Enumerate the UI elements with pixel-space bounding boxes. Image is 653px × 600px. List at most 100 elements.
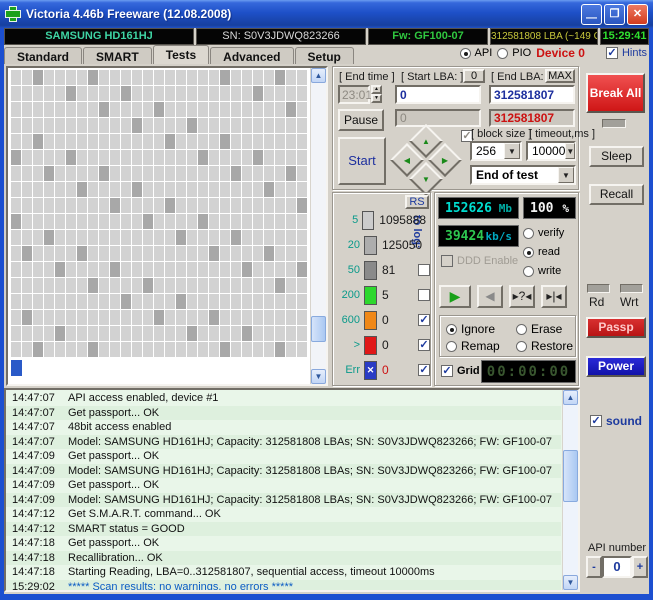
sound-checkbox[interactable]: ✓ sound [590, 414, 642, 428]
recall-button[interactable]: Recall [589, 184, 644, 205]
hist-log-checkbox[interactable]: ✓ [418, 339, 430, 351]
access-mode-read[interactable]: read [523, 246, 560, 258]
pio-radio[interactable]: PIO [497, 47, 531, 59]
end-time-field[interactable]: 23:01 [338, 85, 372, 104]
jump-end-button[interactable]: ▸|◂ [541, 285, 567, 308]
block-cell [143, 294, 153, 309]
block-cell [176, 70, 186, 85]
blockmap-scroll-thumb[interactable] [311, 316, 326, 342]
hist-log-checkbox[interactable] [418, 264, 430, 276]
api-decrement-button[interactable]: - [586, 556, 602, 578]
scroll-up-icon[interactable]: ▲ [311, 68, 326, 83]
radio-circle[interactable] [516, 340, 527, 352]
dropdown-arrow-icon[interactable]: ▼ [558, 167, 574, 183]
end-lba-field[interactable]: 312581807 [489, 85, 575, 104]
max-lba-button[interactable]: MAX [545, 69, 575, 83]
radio-circle[interactable] [446, 340, 457, 352]
block-cell [22, 342, 32, 357]
tab-advanced[interactable]: Advanced [210, 47, 294, 64]
hints-checkbox[interactable]: ✓ Hints [605, 47, 647, 59]
block-cell [154, 326, 164, 341]
scroll-down-icon[interactable]: ▼ [563, 575, 578, 590]
api-increment-button[interactable]: + [632, 556, 648, 578]
hist-log-checkbox[interactable] [418, 289, 430, 301]
block-cell [11, 198, 21, 213]
block-cell [33, 342, 43, 357]
block-cell [143, 198, 153, 213]
sound-checkbox-box[interactable]: ✓ [590, 415, 602, 427]
status-clock: 15:29:41 [600, 28, 649, 45]
block-cell [264, 246, 274, 261]
timeout-dropdown[interactable]: 10000 ▼ [526, 141, 576, 161]
power-button[interactable]: Power [586, 356, 646, 377]
api-radio-circle[interactable] [459, 47, 471, 59]
spin-down-icon[interactable]: ▼ [371, 94, 382, 103]
read-activity-led [587, 284, 610, 293]
tab-setup[interactable]: Setup [294, 47, 354, 64]
scroll-down-icon[interactable]: ▼ [311, 369, 326, 384]
access-mode-verify[interactable]: verify [523, 227, 564, 239]
blockmap-scrollbar[interactable]: ▲ ▼ [310, 68, 326, 384]
block-cell [297, 198, 307, 213]
block-cell [264, 182, 274, 197]
api-number-field[interactable]: 0 [602, 556, 632, 578]
block-cell [286, 262, 296, 277]
block-cell [88, 70, 98, 85]
start-lba-field[interactable]: 0 [395, 85, 481, 104]
block-size-dropdown[interactable]: 256 ▼ [470, 141, 522, 161]
api-radio[interactable]: API [459, 47, 492, 59]
ddd-checkbox-box[interactable] [441, 255, 453, 267]
start-button[interactable]: Start [338, 137, 386, 185]
jump-question-button[interactable]: ▸?◂ [509, 285, 535, 308]
scan-backward-button[interactable]: ◀ [477, 285, 503, 308]
hist-log-checkbox[interactable]: ✓ [418, 364, 430, 376]
log-time: 14:47:07 [12, 421, 55, 433]
defect-action-erase[interactable]: Erase [516, 322, 562, 336]
passp-button[interactable]: Passp [586, 317, 646, 338]
log-scrollbar[interactable]: ▲ ▼ [562, 390, 578, 590]
radio-circle[interactable] [446, 323, 457, 335]
block-cell [264, 118, 274, 133]
log-scroll-thumb[interactable] [563, 450, 578, 502]
block-cell [231, 182, 241, 197]
block-cell [11, 230, 21, 245]
log-text: SMART status = GOOD [68, 522, 185, 535]
defect-action-remap[interactable]: Remap [446, 339, 500, 353]
grid-checkbox-box[interactable]: ✓ [441, 365, 453, 377]
grid-checkbox[interactable]: ✓ Grid [441, 365, 480, 377]
log-panel[interactable]: 14:47:07 API access enabled, device #1 14:… [4, 388, 580, 592]
defect-action-ignore[interactable]: Ignore [446, 322, 495, 336]
dropdown-arrow-icon[interactable]: ▼ [565, 143, 576, 159]
minimize-button[interactable]: — [581, 3, 602, 25]
ddd-enable-checkbox[interactable]: DDD Enable [441, 255, 518, 267]
break-all-button[interactable]: Break All [586, 73, 645, 113]
block-cell [275, 150, 285, 165]
radio-circle[interactable] [523, 246, 534, 258]
radio-circle[interactable] [523, 227, 534, 239]
hist-log-checkbox[interactable]: ✓ [418, 314, 430, 326]
pio-radio-circle[interactable] [497, 47, 509, 59]
sleep-button[interactable]: Sleep [589, 146, 644, 167]
hints-checkbox-box[interactable]: ✓ [605, 47, 618, 59]
tab-standard[interactable]: Standard [4, 47, 83, 64]
tab-tests[interactable]: Tests [152, 45, 210, 64]
access-mode-write[interactable]: write [523, 265, 561, 277]
rs-button[interactable]: RS [405, 195, 429, 209]
radio-circle[interactable] [516, 323, 527, 335]
end-action-dropdown[interactable]: End of test ▼ [470, 165, 576, 185]
scroll-up-icon[interactable]: ▲ [563, 390, 578, 405]
close-button[interactable]: ✕ [627, 3, 648, 25]
dropdown-arrow-icon[interactable]: ▼ [504, 143, 520, 159]
end-time-spinner[interactable]: ▲ ▼ [371, 85, 382, 104]
radio-circle[interactable] [523, 265, 534, 277]
block-cell [198, 198, 208, 213]
maximize-button[interactable]: ❐ [604, 3, 625, 25]
block-cell [286, 278, 296, 293]
defect-action-restore[interactable]: Restore [516, 339, 573, 353]
block-cell [99, 166, 109, 181]
scan-forward-button[interactable]: ▶ [439, 285, 471, 308]
pause-button[interactable]: Pause [338, 109, 384, 131]
tab-smart[interactable]: SMART [83, 47, 152, 64]
spin-up-icon[interactable]: ▲ [371, 85, 382, 94]
zero-lba-button[interactable]: 0 [463, 69, 485, 83]
